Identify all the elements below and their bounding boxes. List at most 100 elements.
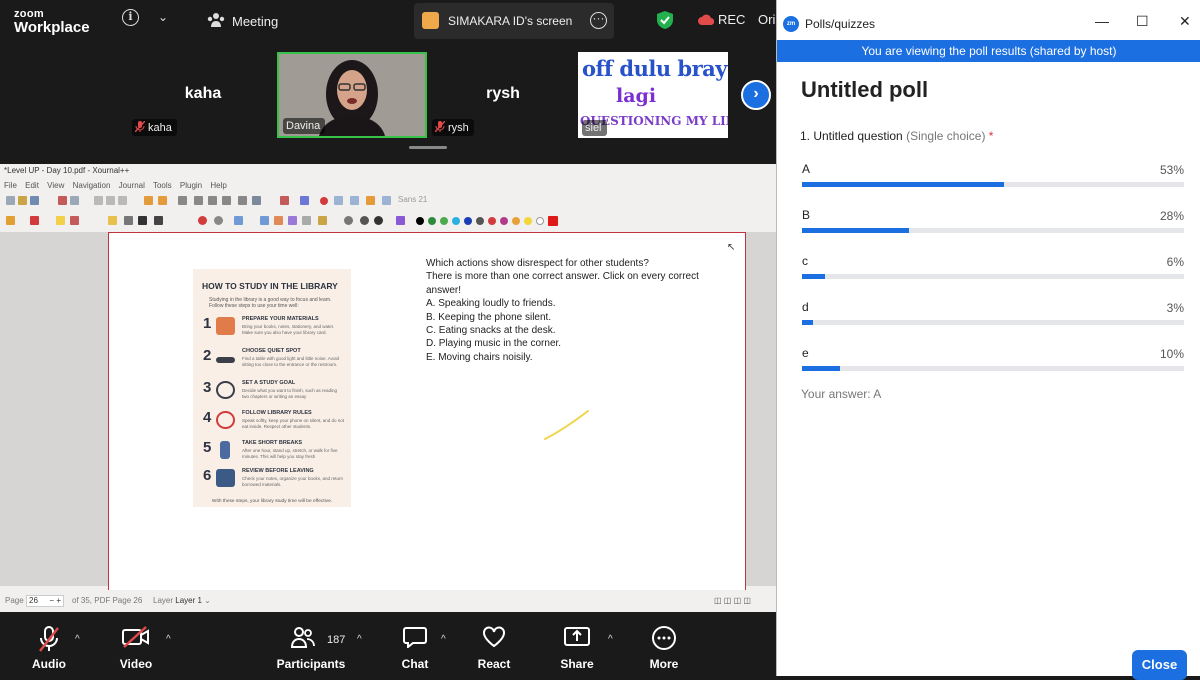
- original-sound-label[interactable]: Ori: [758, 12, 775, 27]
- video-options-caret-icon[interactable]: ^: [166, 634, 171, 645]
- select-rect-icon[interactable]: [234, 216, 243, 225]
- participant-name-tag: siel: [582, 120, 607, 136]
- chat-button[interactable]: Chat: [378, 618, 452, 674]
- profile-picture-text: off dulu bray: [582, 56, 727, 81]
- info-icon[interactable]: i: [122, 9, 139, 26]
- text-icon[interactable]: [138, 216, 147, 225]
- books-icon: [216, 317, 235, 335]
- color-orange[interactable]: [512, 217, 520, 225]
- thick-stroke-icon[interactable]: [374, 216, 383, 225]
- color-light-green[interactable]: [440, 217, 448, 225]
- play-object-icon[interactable]: [318, 216, 327, 225]
- recognizer-icon[interactable]: [198, 216, 207, 225]
- participants-button[interactable]: Participants: [274, 618, 348, 674]
- medium-stroke-icon[interactable]: [360, 216, 369, 225]
- mouse-cursor-icon: ↖: [727, 242, 736, 253]
- your-answer: Your answer: A: [801, 387, 882, 401]
- meeting-label[interactable]: Meeting: [232, 14, 278, 29]
- text-tool-icon[interactable]: [70, 216, 79, 225]
- polls-window: zm Polls/quizzes — ☐ ✕ You are viewing t…: [776, 0, 1200, 680]
- participant-tile-kaha[interactable]: kaha kaha: [128, 52, 278, 138]
- color-white[interactable]: [536, 217, 544, 225]
- mic-muted-icon: [435, 121, 445, 132]
- layer-selector[interactable]: Layer Layer 1 ⌄: [153, 596, 211, 605]
- chat-options-caret-icon[interactable]: ^: [441, 634, 446, 645]
- infographic-step: 6 REVIEW BEFORE LEAVING Check your notes…: [203, 467, 344, 487]
- infographic-step: 3 SET A STUDY GOAL Decide what you want …: [203, 379, 338, 399]
- minimize-icon[interactable]: —: [1095, 13, 1109, 29]
- result-bar-fill: [802, 274, 825, 279]
- share-screen-icon: [564, 627, 590, 646]
- participant-strip: kaha kaha Davina rysh rysh off dulu bray…: [0, 42, 776, 164]
- no-phone-icon: [216, 411, 235, 429]
- shape-icon[interactable]: [154, 216, 163, 225]
- color-light-blue[interactable]: [452, 217, 460, 225]
- color-red[interactable]: [488, 217, 496, 225]
- highlighter-icon[interactable]: [56, 216, 65, 225]
- xournal-canvas[interactable]: HOW TO STUDY IN THE LIBRARY Studying in …: [0, 232, 776, 594]
- more-options-icon[interactable]: ···: [590, 12, 607, 29]
- custom-color-icon[interactable]: [548, 216, 558, 226]
- profile-picture-text: lagi: [616, 85, 657, 107]
- menu-help: Help: [210, 181, 227, 190]
- participant-tile-siel[interactable]: off dulu bray lagi QUESTIONING MY LIFE s…: [578, 52, 728, 138]
- page-number-input[interactable]: 26 − +: [26, 595, 64, 607]
- chevron-down-icon[interactable]: ⌄: [158, 10, 168, 24]
- image-tool-icon[interactable]: [108, 216, 117, 225]
- result-bar-fill: [802, 366, 841, 371]
- close-icon[interactable]: ✕: [1179, 13, 1191, 30]
- share-options-caret-icon[interactable]: ^: [608, 634, 613, 645]
- color-yellow[interactable]: [524, 217, 532, 225]
- shared-app-icon: [422, 12, 439, 29]
- highlighter-stroke: [544, 410, 589, 440]
- cloud-record-icon[interactable]: [698, 13, 714, 25]
- color-magenta[interactable]: [500, 217, 508, 225]
- more-button[interactable]: More: [627, 618, 701, 674]
- poll-question: 1. Untitled question (Single choice) *: [800, 129, 994, 143]
- polls-window-title: Polls/quizzes: [805, 17, 876, 31]
- font-selector[interactable]: Sans 21: [398, 195, 427, 204]
- pdf-page[interactable]: HOW TO STUDY IN THE LIBRARY Studying in …: [108, 232, 746, 594]
- color-gray[interactable]: [476, 217, 484, 225]
- result-bar-fill: [802, 182, 1005, 187]
- pen-icon[interactable]: [6, 216, 15, 225]
- participant-name-tag: kaha: [132, 119, 177, 136]
- audio-options-caret-icon[interactable]: ^: [75, 634, 80, 645]
- video-button[interactable]: Video: [99, 618, 173, 674]
- shield-icon[interactable]: [657, 11, 673, 29]
- recording-label[interactable]: REC: [718, 12, 745, 27]
- mic-muted-icon: [39, 626, 59, 652]
- next-page-arrow-icon[interactable]: ›: [741, 80, 771, 110]
- react-button[interactable]: React: [457, 618, 531, 674]
- share-button[interactable]: Share: [540, 618, 614, 674]
- target-icon: [216, 381, 235, 399]
- audio-button[interactable]: Audio: [12, 618, 86, 674]
- color-black[interactable]: [416, 217, 424, 225]
- participant-count: 187: [327, 634, 346, 646]
- view-mode-icons[interactable]: ◫ ◫ ◫ ◫: [714, 596, 751, 605]
- thin-stroke-icon[interactable]: [344, 216, 353, 225]
- infographic-step: 2 CHOOSE QUIET SPOT Find a table with go…: [203, 347, 339, 367]
- color-blue[interactable]: [464, 217, 472, 225]
- poll-result-option: A 53%: [802, 162, 1184, 192]
- maximize-icon[interactable]: ☐: [1136, 13, 1149, 30]
- resize-handle[interactable]: [409, 146, 447, 149]
- result-bar-fill: [802, 228, 909, 233]
- hand-icon[interactable]: [274, 216, 283, 225]
- select-object-icon[interactable]: [302, 216, 311, 225]
- participant-tile-davina[interactable]: Davina: [277, 52, 427, 138]
- latex-tool-icon[interactable]: [124, 216, 133, 225]
- vertical-space-icon[interactable]: [260, 216, 269, 225]
- eraser-icon[interactable]: [30, 216, 39, 225]
- participants-options-caret-icon[interactable]: ^: [357, 634, 362, 645]
- ruler-icon[interactable]: [214, 216, 223, 225]
- color-green[interactable]: [428, 217, 436, 225]
- polls-title-bar: zm Polls/quizzes — ☐ ✕: [777, 0, 1200, 40]
- participant-tile-rysh[interactable]: rysh rysh: [428, 52, 578, 138]
- select-region-icon[interactable]: [288, 216, 297, 225]
- poll-title: Untitled poll: [801, 77, 929, 102]
- screen-share-indicator[interactable]: SIMAKARA ID's screen ···: [414, 3, 614, 39]
- fill-icon[interactable]: [396, 216, 405, 225]
- menu-edit: Edit: [25, 181, 39, 190]
- infographic-title: HOW TO STUDY IN THE LIBRARY: [202, 281, 338, 291]
